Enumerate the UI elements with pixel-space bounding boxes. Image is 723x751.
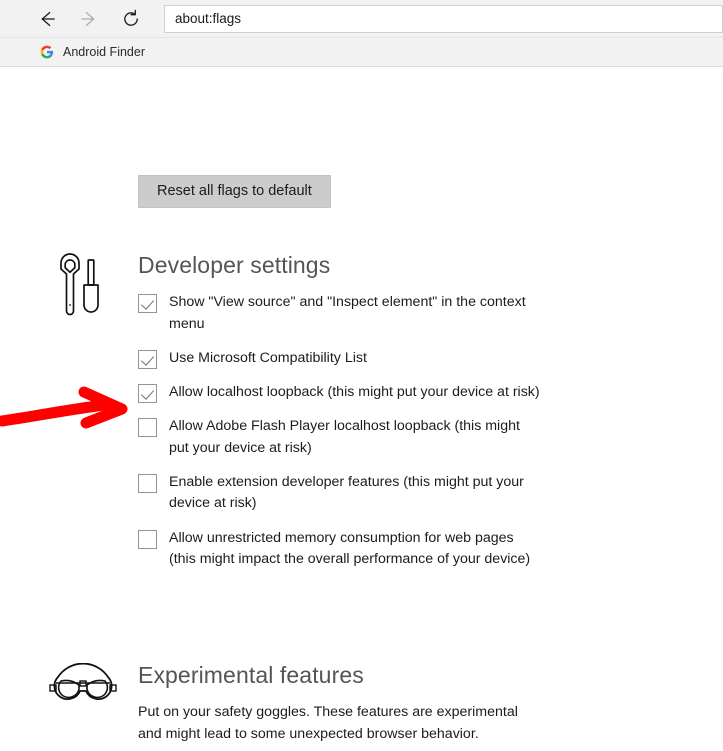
checkbox-show-view-source[interactable] — [138, 294, 157, 314]
flags-page: Reset all flags to default Developer set… — [0, 67, 723, 751]
refresh-icon — [120, 8, 142, 30]
checkbox-label: Enable extension developer features (thi… — [169, 474, 524, 512]
checkbox-row-compatibility-list[interactable]: Use Microsoft Compatibility List — [138, 348, 558, 369]
checkbox-label: Allow localhost loopback (this might put… — [169, 384, 540, 401]
section-developer-settings: Developer settings Show "View source" an… — [0, 252, 723, 583]
experimental-features-description: Put on your safety goggles. These featur… — [138, 704, 518, 742]
developer-settings-body: Developer settings Show "View source" an… — [138, 252, 558, 571]
page-title-experimental-features: Experimental features — [138, 662, 364, 688]
wrench-screwdriver-icon — [48, 253, 118, 316]
section-experimental-features: Experimental features Put on your safety… — [0, 662, 723, 751]
safety-goggles-icon — [48, 663, 118, 725]
checkbox-row-enable-extension-developer-features[interactable]: Enable extension developer features (thi… — [138, 472, 558, 515]
navigation-toolbar: about:flags — [0, 0, 723, 37]
browser-chrome: about:flags Android Finder — [0, 0, 723, 67]
arrow-right-icon — [78, 8, 100, 30]
checkbox-allow-adobe-flash-localhost-loopback[interactable] — [138, 418, 157, 438]
favorites-bar: Android Finder — [0, 37, 723, 66]
checkbox-row-show-view-source[interactable]: Show "View source" and "Inspect element"… — [138, 292, 558, 335]
checkbox-label: Use Microsoft Compatibility List — [169, 349, 367, 366]
arrow-left-icon — [36, 8, 58, 30]
checkbox-allow-unrestricted-memory-consumption[interactable] — [138, 529, 157, 549]
checkbox-allow-localhost-loopback[interactable] — [138, 384, 157, 404]
forward-button[interactable] — [68, 3, 110, 35]
back-button[interactable] — [26, 3, 68, 35]
address-bar-text: about:flags — [175, 10, 242, 26]
favorite-item-android-finder[interactable]: Android Finder — [36, 43, 149, 61]
refresh-button[interactable] — [110, 3, 152, 35]
checkbox-label: Allow unrestricted memory consumption fo… — [169, 529, 531, 567]
checkbox-enable-extension-developer-features[interactable] — [138, 474, 157, 494]
address-bar[interactable]: about:flags — [164, 4, 723, 33]
experimental-features-body: Experimental features Put on your safety… — [138, 662, 558, 751]
checkbox-label: Show "View source" and "Inspect element"… — [169, 294, 526, 332]
reset-all-flags-button[interactable]: Reset all flags to default — [138, 175, 331, 208]
page-title-developer-settings: Developer settings — [138, 252, 331, 278]
checkbox-row-allow-localhost-loopback[interactable]: Allow localhost loopback (this might put… — [138, 382, 558, 404]
checkbox-label: Allow Adobe Flash Player localhost loopb… — [169, 418, 520, 456]
checkbox-use-microsoft-compatibility-list[interactable] — [138, 349, 157, 369]
checkbox-row-allow-flash-localhost-loopback[interactable]: Allow Adobe Flash Player localhost loopb… — [138, 416, 558, 459]
checkbox-row-allow-unrestricted-memory[interactable]: Allow unrestricted memory consumption fo… — [138, 528, 558, 571]
google-g-icon — [40, 45, 54, 59]
favorite-item-label: Android Finder — [63, 45, 145, 59]
